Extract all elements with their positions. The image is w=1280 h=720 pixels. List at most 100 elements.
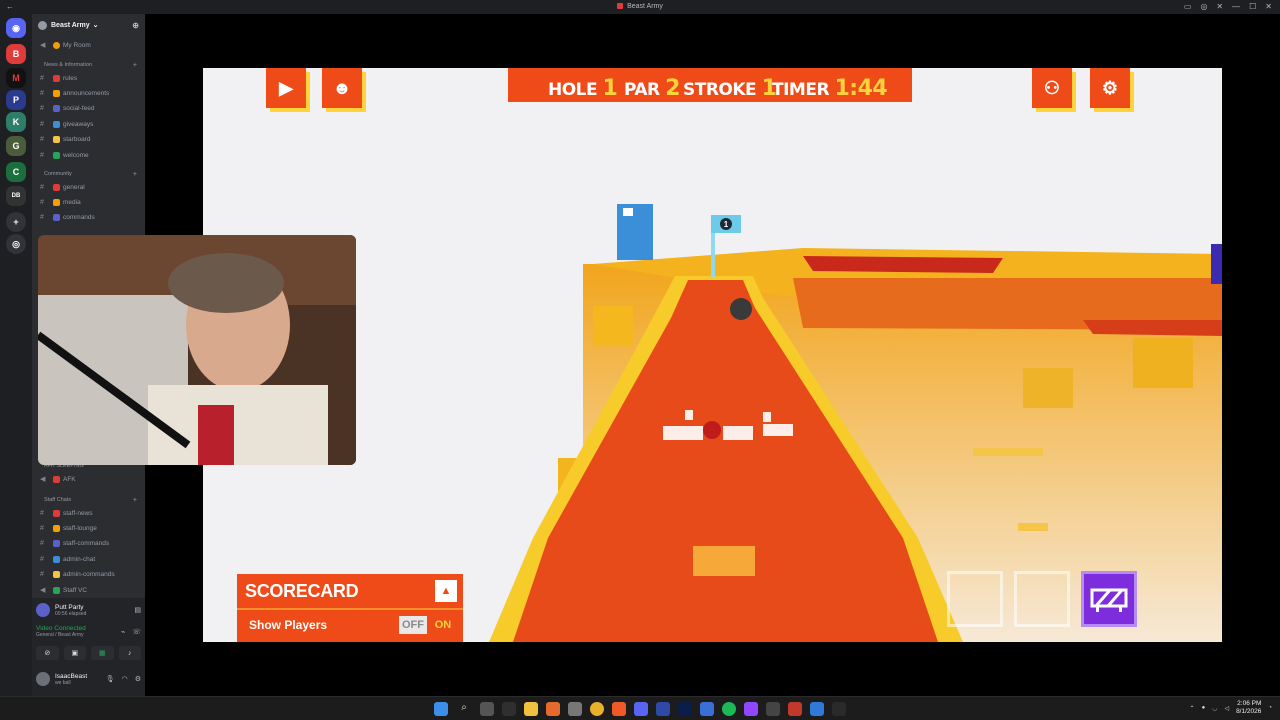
server-icon-m[interactable]: M bbox=[6, 68, 26, 88]
add-channel-icon[interactable]: + bbox=[133, 497, 137, 504]
file-explorer-icon[interactable] bbox=[524, 702, 538, 716]
channel-staff-lounge[interactable]: # staff-lounge bbox=[36, 521, 141, 535]
close-icon[interactable]: ✕ bbox=[1265, 2, 1272, 11]
webcam-feed[interactable] bbox=[38, 235, 356, 465]
discord-home-icon[interactable]: ◉ bbox=[6, 18, 26, 38]
app-icon-terminal[interactable] bbox=[766, 702, 780, 716]
channel-rules[interactable]: # rules bbox=[36, 71, 141, 85]
server-icon-db[interactable]: DB bbox=[6, 186, 26, 206]
app-icon-lambda[interactable] bbox=[832, 702, 846, 716]
activity-menu-icon[interactable]: ▤ bbox=[134, 606, 141, 614]
app-icon-settings[interactable] bbox=[568, 702, 582, 716]
channel-starboard[interactable]: # starboard bbox=[36, 133, 141, 147]
brave-icon[interactable] bbox=[612, 702, 626, 716]
server-folder-icon[interactable]: P bbox=[6, 90, 26, 110]
avatar[interactable] bbox=[36, 672, 50, 686]
inbox-icon[interactable]: ▭ bbox=[1184, 2, 1192, 11]
wifi-icon[interactable]: ◡ bbox=[1212, 705, 1217, 712]
category-news[interactable]: News & Information + bbox=[36, 59, 141, 71]
server-icon-c[interactable]: C bbox=[6, 162, 26, 182]
channel-announcements[interactable]: # announcements bbox=[36, 86, 141, 100]
category-community[interactable]: Community + bbox=[36, 168, 141, 180]
channel-staff-commands[interactable]: # staff-commands bbox=[36, 537, 141, 551]
invite-icon[interactable]: ⊕ bbox=[132, 21, 139, 30]
app-icon-monitor[interactable] bbox=[700, 702, 714, 716]
voice-channel[interactable]: General / Beast Army bbox=[36, 632, 86, 638]
chevron-up-icon[interactable]: ⌃ bbox=[1190, 705, 1195, 712]
user-panel[interactable]: IsaacBeast we ball 🎙︎ ◠ ⚙ bbox=[36, 669, 141, 689]
settings-button[interactable]: ⚙ bbox=[1090, 68, 1130, 108]
add-server-icon[interactable]: + bbox=[6, 212, 26, 232]
microphone-icon[interactable]: 🎙︎ bbox=[106, 675, 115, 683]
app-icon-blue[interactable] bbox=[810, 702, 824, 716]
channel-admin-chat[interactable]: # admin-chat bbox=[36, 552, 141, 566]
photoshop-icon[interactable] bbox=[678, 702, 692, 716]
emote-button[interactable]: ☻ bbox=[322, 68, 362, 108]
emoji-icon bbox=[53, 183, 60, 191]
pin-icon[interactable]: ✕ bbox=[1216, 2, 1223, 11]
server-icon-beast-army[interactable]: B bbox=[6, 44, 26, 64]
twitch-icon[interactable] bbox=[744, 702, 758, 716]
app-icon-p[interactable] bbox=[656, 702, 670, 716]
speaker-icon: ◀ bbox=[40, 476, 46, 483]
channel-general[interactable]: # general bbox=[36, 180, 141, 194]
spectate-button[interactable]: ▶ bbox=[266, 68, 306, 108]
item-slot-powerup[interactable] bbox=[1081, 571, 1137, 627]
voice-status[interactable]: Video Connected bbox=[36, 625, 86, 632]
search-icon[interactable]: ⌕ bbox=[457, 702, 471, 716]
channel-staff-vc[interactable]: ◀ Staff VC bbox=[36, 583, 141, 597]
channel-social-feed[interactable]: # social-feed bbox=[36, 102, 141, 116]
game-icon bbox=[36, 603, 50, 617]
server-icon-group[interactable]: G bbox=[6, 136, 26, 156]
item-slot-empty-2[interactable] bbox=[1014, 571, 1070, 627]
face-icon: ☻ bbox=[332, 77, 352, 98]
x-app-icon[interactable] bbox=[502, 702, 516, 716]
camera-off-button[interactable]: ⊘ bbox=[36, 646, 59, 660]
start-icon[interactable] bbox=[434, 702, 448, 716]
channel-admin-commands[interactable]: # admin-commands bbox=[36, 568, 141, 582]
activity-status[interactable]: Putt Party 00:56 elapsed ▤ bbox=[36, 600, 141, 620]
discover-icon[interactable]: ◎ bbox=[6, 234, 26, 254]
channel-giveaways[interactable]: # giveaways bbox=[36, 117, 141, 131]
help-icon[interactable]: ◎ bbox=[1200, 2, 1207, 11]
person-hair bbox=[168, 253, 284, 313]
channel-welcome[interactable]: # welcome bbox=[36, 148, 141, 162]
volume-icon[interactable]: ◁ bbox=[1224, 705, 1229, 712]
headphones-icon[interactable]: ◠ bbox=[122, 675, 128, 683]
item-slot-empty-1[interactable] bbox=[947, 571, 1003, 627]
discord-taskbar-icon[interactable] bbox=[634, 702, 648, 716]
minimize-icon[interactable]: — bbox=[1232, 2, 1240, 11]
task-view-icon[interactable] bbox=[480, 702, 494, 716]
channel-commands[interactable]: # commands bbox=[36, 211, 141, 225]
server-icon-k[interactable]: K bbox=[6, 112, 26, 132]
channel-afk[interactable]: ◀ AFK bbox=[36, 472, 141, 486]
toggle-on-button[interactable]: ON bbox=[429, 616, 457, 634]
maximize-icon[interactable]: ☐ bbox=[1249, 2, 1256, 11]
app-icon-spark[interactable] bbox=[546, 702, 560, 716]
channel-staff-news[interactable]: # staff-news bbox=[36, 506, 141, 520]
channel-media[interactable]: # media bbox=[36, 195, 141, 209]
spotify-icon[interactable] bbox=[722, 702, 736, 716]
category-staff[interactable]: Staff Chats + bbox=[36, 494, 141, 506]
channel-label: starboard bbox=[63, 136, 91, 144]
barrier-icon bbox=[1090, 588, 1128, 612]
toggle-off-button[interactable]: OFF bbox=[399, 616, 427, 634]
activity-button[interactable]: ▦ bbox=[91, 646, 114, 660]
app-icon-red[interactable] bbox=[788, 702, 802, 716]
expand-scorecard-button[interactable]: ▲ bbox=[435, 580, 457, 602]
channel-label: Staff VC bbox=[63, 586, 88, 594]
add-channel-icon[interactable]: + bbox=[133, 171, 137, 178]
soundboard-button[interactable]: ♪ bbox=[118, 646, 141, 660]
noise-suppression-icon[interactable]: ⌁ bbox=[121, 628, 125, 636]
channel-my-room[interactable]: ◀ My Room bbox=[36, 38, 141, 52]
add-channel-icon[interactable]: + bbox=[133, 62, 137, 69]
server-header[interactable]: Beast Army ⌄ ⊕ bbox=[32, 14, 145, 36]
invite-player-button[interactable]: ⚇ bbox=[1032, 68, 1072, 108]
settings-gear-icon[interactable]: ⚙ bbox=[135, 675, 141, 683]
disconnect-icon[interactable]: ☏ bbox=[132, 628, 141, 636]
mic-tray-icon[interactable]: ● bbox=[1202, 705, 1206, 711]
notification-bell-icon[interactable]: ◔ bbox=[1268, 705, 1272, 711]
screen-share-button[interactable]: ▣ bbox=[63, 646, 86, 660]
chrome-icon[interactable] bbox=[590, 702, 604, 716]
clock[interactable]: 2:06 PM 8/1/2026 bbox=[1236, 700, 1261, 716]
